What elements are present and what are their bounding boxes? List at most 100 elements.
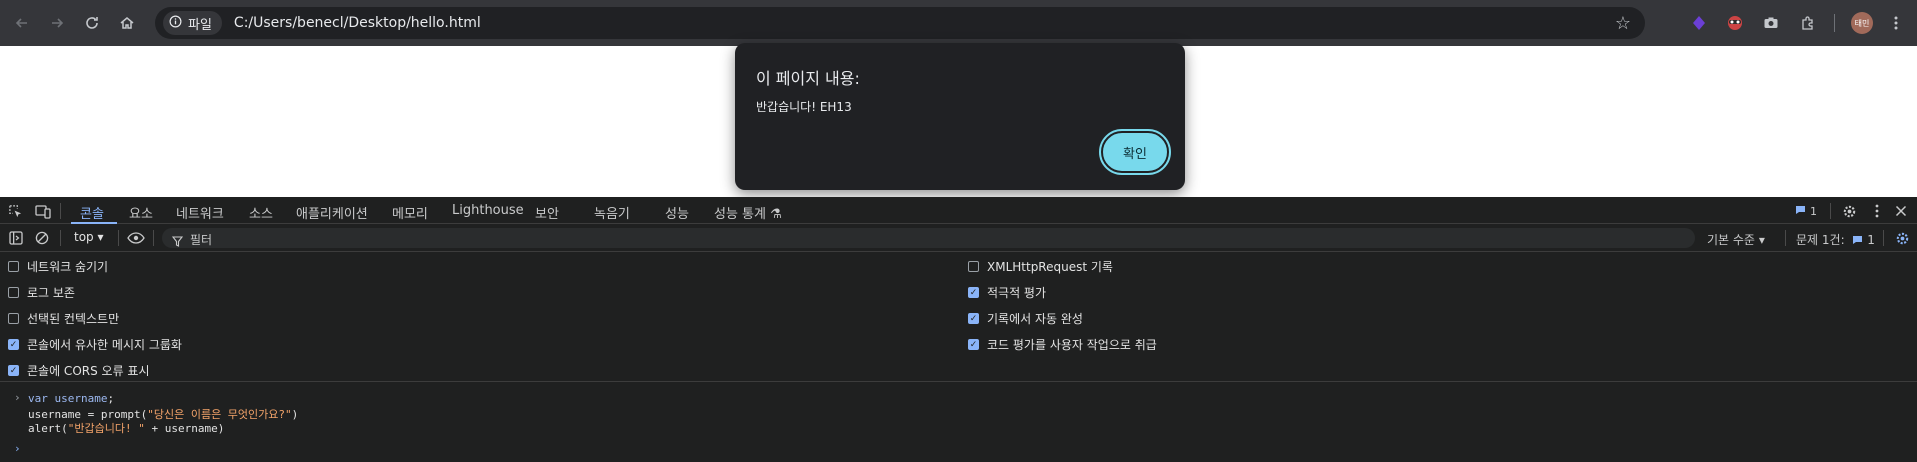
option-label: 네트워크 숨기기 — [27, 260, 109, 274]
toolbar-divider-2 — [118, 230, 119, 246]
option-label: 적극적 평가 — [987, 286, 1047, 300]
tab-memory[interactable]: 메모리 — [392, 203, 428, 222]
dropdown-triangle-icon: ▾ — [97, 230, 104, 244]
address-bar[interactable]: 파일 C:/Users/benecl/Desktop/hello.html ☆ — [155, 7, 1645, 39]
option-autocomplete-history[interactable]: ✓ 기록에서 자동 완성 — [968, 310, 1083, 327]
dropdown-triangle-icon: ▾ — [1758, 233, 1765, 247]
tab-elements[interactable]: 요소 — [129, 203, 153, 222]
code-text: + username) — [144, 422, 225, 435]
toolbar-divider — [60, 230, 61, 246]
tab-console[interactable]: 콘솔 — [80, 203, 104, 222]
extension-face-icon[interactable] — [1723, 11, 1747, 35]
ok-button[interactable]: 확인 — [1099, 129, 1171, 175]
extension-purple-icon[interactable] — [1687, 11, 1711, 35]
sidebar-toggle-icon[interactable] — [8, 230, 24, 246]
option-selected-context-only[interactable]: 선택된 컨텍스트만 — [8, 310, 119, 327]
console-code-line: alert("반갑습니다! " + username) — [28, 420, 224, 436]
alert-dialog: 이 페이지 내용: 반갑습니다! EH13 확인 — [735, 43, 1185, 190]
eye-icon[interactable] — [126, 230, 146, 246]
code-text: ; — [107, 392, 115, 405]
checkbox[interactable] — [8, 287, 19, 298]
tab-performance-insights[interactable]: 성능 통계 ⚗ — [714, 203, 782, 222]
url-text[interactable]: C:/Users/benecl/Desktop/hello.html — [234, 15, 481, 31]
camera-icon[interactable] — [1759, 11, 1783, 35]
checkbox-checked[interactable]: ✓ — [968, 313, 979, 324]
bookmark-star-icon[interactable]: ☆ — [1615, 13, 1631, 34]
option-treat-eval-as-user-action[interactable]: ✓ 코드 평가를 사용자 작업으로 취급 — [968, 336, 1157, 353]
checkbox-checked[interactable]: ✓ — [8, 339, 19, 350]
inspect-element-icon[interactable] — [6, 202, 24, 220]
option-label: XMLHttpRequest 기록 — [987, 260, 1113, 274]
kebab-menu-icon[interactable] — [1884, 11, 1908, 35]
tab-sources[interactable]: 소스 — [249, 203, 273, 222]
tab-application[interactable]: 애플리케이션 — [296, 203, 368, 222]
reload-icon[interactable] — [79, 10, 105, 36]
issues-message-icon — [1852, 234, 1863, 248]
tab-security[interactable]: 보안 — [535, 203, 559, 222]
code-text: alert( — [28, 422, 68, 435]
extensions-puzzle-icon[interactable] — [1796, 11, 1820, 35]
home-icon[interactable] — [114, 10, 140, 36]
checkbox-checked[interactable]: ✓ — [968, 339, 979, 350]
option-group-similar[interactable]: ✓ 콘솔에서 유사한 메시지 그룹화 — [8, 336, 182, 353]
issues-link[interactable]: 문제 1건: 1 — [1796, 231, 1875, 248]
checkbox-checked[interactable]: ✓ — [8, 365, 19, 376]
code-string: "반갑습니다! " — [67, 422, 145, 435]
issues-badge[interactable]: 1 — [1795, 203, 1817, 219]
option-label: 기록에서 자동 완성 — [987, 312, 1083, 326]
console-output[interactable]: › var username; username = prompt("당신은 이… — [0, 383, 1917, 462]
close-icon[interactable] — [1892, 202, 1910, 220]
clear-console-icon[interactable] — [34, 230, 50, 246]
option-label: 콘솔에 CORS 오류 표시 — [27, 364, 150, 378]
tab-performance[interactable]: 성능 — [665, 203, 689, 222]
filter-input[interactable]: 필터 — [162, 228, 1695, 248]
console-settings-gear-icon[interactable] — [1893, 229, 1911, 247]
log-levels-dropdown[interactable]: 기본 수준 ▾ — [1707, 231, 1765, 248]
site-info-label: 파일 — [188, 17, 212, 33]
tab-lighthouse[interactable]: Lighthouse — [452, 203, 524, 218]
device-toolbar-icon[interactable] — [34, 202, 52, 220]
browser-toolbar: 파일 C:/Users/benecl/Desktop/hello.html ☆ … — [0, 0, 1917, 46]
toolbar-divider-5 — [1883, 230, 1884, 246]
filter-placeholder: 필터 — [190, 233, 213, 247]
code-text: ) — [291, 408, 299, 421]
console-toolbar: top ▾ 필터 기본 수준 ▾ 문제 1건: 1 — [0, 224, 1917, 252]
forward-icon[interactable] — [44, 10, 70, 36]
code-keyword: var — [28, 392, 48, 405]
console-code-line: var username; — [28, 392, 114, 405]
tab-recorder[interactable]: 녹음기 — [594, 203, 630, 222]
issues-label: 문제 1건: — [1796, 233, 1845, 247]
option-eager-evaluation[interactable]: ✓ 적극적 평가 — [968, 284, 1046, 301]
profile-avatar[interactable]: 태민 — [1851, 12, 1873, 34]
toolbar-divider-4 — [1785, 230, 1786, 246]
message-icon — [1795, 205, 1806, 218]
checkbox[interactable] — [968, 261, 979, 272]
checkbox-checked[interactable]: ✓ — [968, 287, 979, 298]
toolbar-divider — [1834, 14, 1835, 32]
dialog-title: 이 페이지 내용: — [756, 69, 860, 88]
settings-gear-icon[interactable] — [1840, 202, 1858, 220]
checkbox[interactable] — [8, 261, 19, 272]
tab-divider — [60, 203, 61, 219]
more-options-icon[interactable] — [1868, 202, 1886, 220]
tab-divider-right — [1830, 203, 1831, 219]
dialog-message: 반갑습니다! EH13 — [756, 100, 852, 114]
issues-count: 1 — [1867, 233, 1875, 247]
site-info-chip[interactable]: 파일 — [163, 11, 222, 35]
context-selector[interactable]: top ▾ — [74, 230, 104, 244]
option-label: 콘솔에서 유사한 메시지 그룹화 — [27, 338, 182, 352]
log-levels-label: 기본 수준 — [1707, 233, 1755, 247]
option-log-xhr[interactable]: XMLHttpRequest 기록 — [968, 258, 1113, 275]
option-hide-network[interactable]: 네트워크 숨기기 — [8, 258, 108, 275]
option-show-cors-errors[interactable]: ✓ 콘솔에 CORS 오류 표시 — [8, 362, 150, 379]
checkbox[interactable] — [8, 313, 19, 324]
toolbar-divider-3 — [153, 230, 154, 246]
console-prompt-chevron-icon: › — [14, 442, 21, 455]
option-preserve-log[interactable]: 로그 보존 — [8, 284, 75, 301]
code-variable: username — [54, 392, 108, 405]
context-selector-label: top — [74, 230, 94, 244]
console-settings-panel: 네트워크 숨기기 로그 보존 선택된 컨텍스트만 ✓ 콘솔에서 유사한 메시지 … — [0, 252, 1917, 382]
back-icon[interactable] — [9, 10, 35, 36]
tab-network[interactable]: 네트워크 — [176, 203, 224, 222]
option-label: 로그 보존 — [27, 286, 75, 300]
